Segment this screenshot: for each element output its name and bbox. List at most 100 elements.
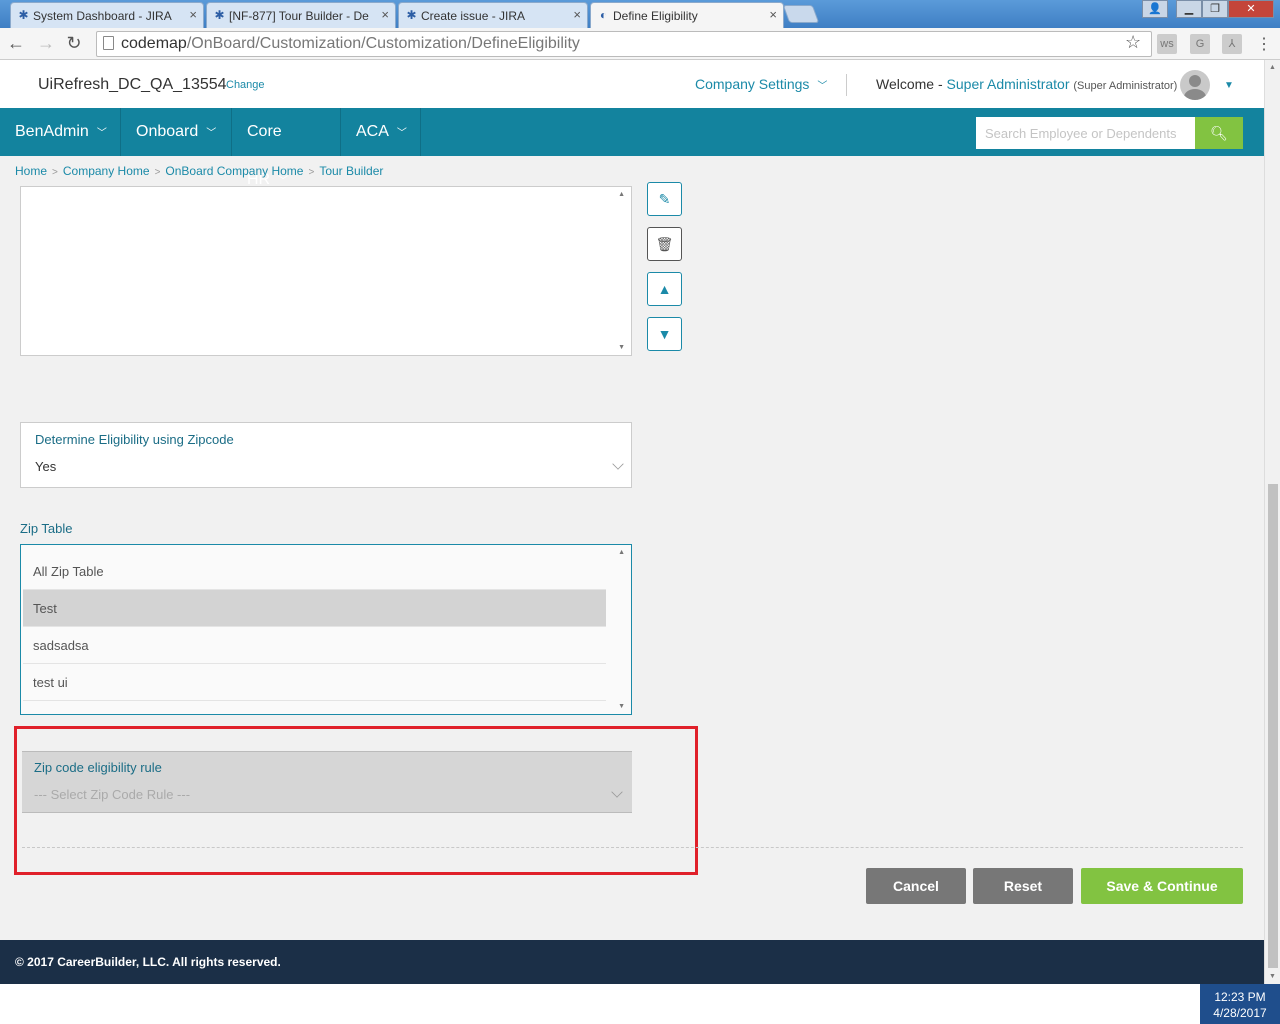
os-taskbar: 12:23 PM 4/28/2017 xyxy=(0,984,1280,1024)
browser-tab-define-eligibility[interactable]: ◐ Define Eligibility × xyxy=(590,2,784,28)
scroll-up-icon[interactable]: ▲ xyxy=(618,549,625,556)
annotation-highlight-box xyxy=(14,726,698,875)
caret-up-icon: ▲ xyxy=(657,281,672,297)
breadcrumb-item-company-home[interactable]: Company Home xyxy=(63,164,150,178)
avatar[interactable] xyxy=(1180,70,1210,100)
caret-down-icon[interactable]: ▼ xyxy=(1224,80,1234,91)
scroll-up-icon[interactable]: ▲ xyxy=(618,191,625,198)
list-item[interactable]: Test xyxy=(23,590,606,627)
nav-item-core-hr[interactable]: Core HR ﹀ xyxy=(232,108,341,188)
url-path: /OnBoard/Customization/Customization/Def… xyxy=(186,35,580,52)
welcome-prefix: Welcome - xyxy=(876,76,943,92)
nav-item-label: Core HR xyxy=(247,123,282,188)
user-profile-icon[interactable]: 👤 xyxy=(1142,0,1168,18)
page-scrollbar[interactable]: ▲ ▼ xyxy=(1264,60,1280,984)
delete-button[interactable]: 🗑︎ xyxy=(647,227,682,261)
page-favicon-icon: ◐ xyxy=(599,8,608,22)
breadcrumb-item-onboard-company-home[interactable]: OnBoard Company Home xyxy=(165,164,303,178)
breadcrumb-separator-icon: > xyxy=(52,167,58,178)
scroll-down-icon[interactable]: ▼ xyxy=(618,703,625,710)
browser-menu-icon[interactable]: ⋮ xyxy=(1256,34,1272,54)
list-item[interactable]: sadsadsa xyxy=(23,627,606,664)
jira-favicon-icon: ✱ xyxy=(18,8,29,22)
user-name-link[interactable]: Super Administrator xyxy=(947,76,1070,92)
new-tab-button[interactable] xyxy=(782,5,820,23)
header-divider xyxy=(846,74,847,96)
page-icon xyxy=(103,36,114,50)
change-company-link[interactable]: Change xyxy=(226,79,265,91)
welcome-text: Welcome - Super Administrator (Super Adm… xyxy=(876,76,1177,92)
cancel-button[interactable]: Cancel xyxy=(866,868,966,904)
eligibility-zipcode-label: Determine Eligibility using Zipcode xyxy=(35,432,234,447)
reset-button[interactable]: Reset xyxy=(973,868,1073,904)
nav-item-label: ACA xyxy=(356,123,389,140)
browser-tab-create-issue[interactable]: ✱ Create issue - JIRA × xyxy=(398,2,588,28)
trash-icon: 🗑︎ xyxy=(655,236,674,252)
tab-label: Define Eligibility xyxy=(613,8,698,23)
main-nav: BenAdmin ﹀ Onboard ﹀ Core HR﹀ ACA ﹀ 🔍︎ xyxy=(0,108,1264,188)
clock-date: 4/28/2017 xyxy=(1213,1006,1267,1020)
company-name: UiRefresh_DC_QA_13554 xyxy=(38,76,227,93)
scroll-down-icon[interactable]: ▼ xyxy=(1269,973,1276,980)
browser-tabstrip: ✱ System Dashboard - JIRA × ✱ [NF-877] T… xyxy=(0,0,1280,28)
breadcrumb-item-tour-builder[interactable]: Tour Builder xyxy=(319,164,383,178)
extension-pdf-icon[interactable]: ⅄ xyxy=(1222,34,1242,54)
search-button[interactable]: 🔍︎ xyxy=(1195,117,1243,149)
save-continue-button[interactable]: Save & Continue xyxy=(1081,868,1243,904)
address-bar: ← → ↻ codemap/OnBoard/Customization/Cust… xyxy=(0,28,1280,60)
scroll-down-icon[interactable]: ▼ xyxy=(618,344,625,351)
nav-item-onboard[interactable]: Onboard ﹀ xyxy=(121,108,232,156)
company-settings-label: Company Settings xyxy=(695,76,810,92)
app-header: UiRefresh_DC_QA_13554 Change Company Set… xyxy=(0,60,1264,108)
move-up-button[interactable]: ▲ xyxy=(647,272,682,306)
maximize-icon[interactable]: ❐ xyxy=(1202,0,1228,18)
forward-arrow-icon[interactable]: → xyxy=(36,33,56,54)
url-input[interactable]: codemap/OnBoard/Customization/Customizat… xyxy=(96,31,1152,57)
pencil-icon: ✎ xyxy=(658,191,671,207)
tab-close-icon[interactable]: × xyxy=(189,7,197,22)
browser-tab-tour-builder[interactable]: ✱ [NF-877] Tour Builder - De × xyxy=(206,2,396,28)
zip-table-listbox[interactable]: All Zip Table Test sadsadsa test ui ▲ ▼ xyxy=(20,544,632,715)
back-arrow-icon[interactable]: ← xyxy=(6,33,26,54)
tab-close-icon[interactable]: × xyxy=(381,7,389,22)
scroll-up-icon[interactable]: ▲ xyxy=(1269,64,1276,71)
clock-time: 12:23 PM xyxy=(1214,990,1266,1004)
move-down-button[interactable]: ▼ xyxy=(647,317,682,351)
reload-icon[interactable]: ↻ xyxy=(64,33,84,54)
search-input[interactable] xyxy=(976,117,1195,149)
jira-favicon-icon: ✱ xyxy=(406,8,417,22)
chevron-down-icon: ﹀ xyxy=(96,128,107,139)
section-divider xyxy=(22,847,1243,848)
breadcrumb-separator-icon: > xyxy=(154,167,161,178)
extension-ws-icon[interactable]: ws xyxy=(1157,34,1177,54)
chevron-down-icon: ﹀ xyxy=(817,81,828,92)
list-item[interactable]: test ui xyxy=(23,664,606,701)
nav-item-benadmin[interactable]: BenAdmin ﹀ xyxy=(0,108,121,156)
nav-item-label: BenAdmin xyxy=(15,123,89,140)
list-item[interactable]: All Zip Table xyxy=(23,553,606,590)
url-host: codemap xyxy=(121,35,187,52)
search-icon: 🔍︎ xyxy=(1210,125,1228,141)
eligibility-zipcode-select[interactable]: Determine Eligibility using Zipcode Yes xyxy=(20,422,632,488)
eligibility-zipcode-value: Yes xyxy=(35,459,57,474)
browser-tab-system-dashboard[interactable]: ✱ System Dashboard - JIRA × xyxy=(10,2,204,28)
company-settings-menu[interactable]: Company Settings ﹀ xyxy=(695,76,827,92)
breadcrumb-item-home[interactable]: Home xyxy=(15,164,47,178)
scrollbar-thumb[interactable] xyxy=(1268,484,1278,968)
taskbar-clock[interactable]: 12:23 PM 4/28/2017 xyxy=(1200,984,1280,1024)
chevron-down-icon xyxy=(612,458,624,470)
tab-close-icon[interactable]: × xyxy=(573,7,581,22)
description-textarea[interactable]: ▲ ▼ xyxy=(20,186,632,356)
bookmark-star-icon[interactable]: ☆ xyxy=(1125,32,1141,53)
nav-item-aca[interactable]: ACA ﹀ xyxy=(341,108,421,156)
tab-close-icon[interactable]: × xyxy=(769,7,777,22)
copyright-text: © 2017 CareerBuilder, LLC. All rights re… xyxy=(15,955,281,969)
zip-table-label: Zip Table xyxy=(20,521,73,536)
chevron-down-icon: ﹀ xyxy=(396,128,407,139)
breadcrumb: Home > Company Home > OnBoard Company Home > T… xyxy=(15,164,383,178)
tab-label: Create issue - JIRA xyxy=(421,8,526,23)
window-close-icon[interactable]: ✕ xyxy=(1228,0,1274,18)
minimize-icon[interactable]: ▁ xyxy=(1176,0,1202,18)
edit-button[interactable]: ✎ xyxy=(647,182,682,216)
extension-g-icon[interactable]: G xyxy=(1190,34,1210,54)
